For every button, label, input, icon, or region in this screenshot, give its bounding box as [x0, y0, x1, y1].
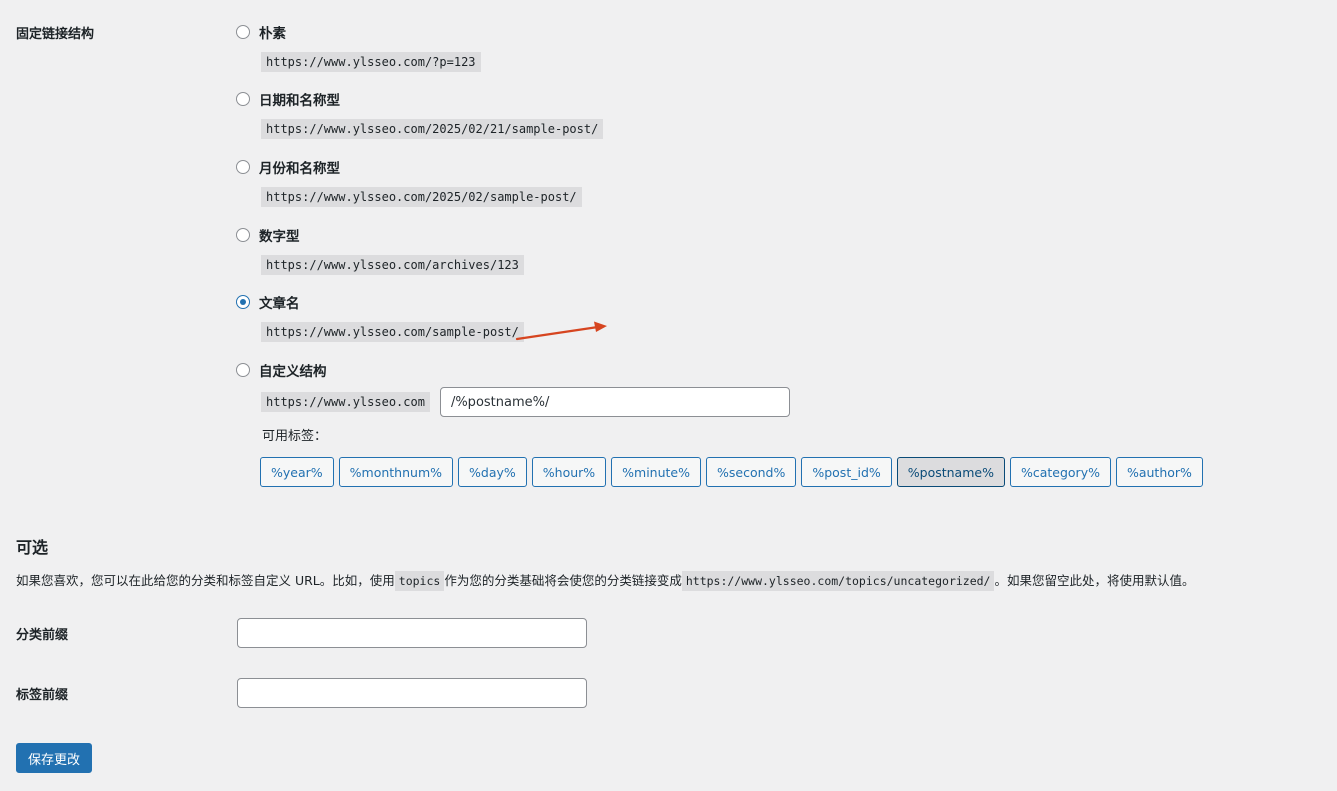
desc-code-topics: topics	[395, 571, 445, 591]
desc-text-3: 。如果您留空此处，将使用默认值。	[994, 573, 1194, 588]
radio-custom[interactable]	[236, 363, 250, 377]
permalink-structure-label: 固定链接结构	[16, 23, 94, 42]
radio-plain[interactable]	[236, 25, 250, 39]
tag-author[interactable]: %author%	[1116, 457, 1203, 487]
tag-hour[interactable]: %hour%	[532, 457, 606, 487]
permalink-option-custom[interactable]: 自定义结构	[236, 360, 327, 380]
save-changes-button[interactable]: 保存更改	[16, 743, 92, 773]
available-tags: %year% %monthnum% %day% %hour% %minute% …	[260, 457, 1203, 487]
option-label: 月份和名称型	[259, 157, 340, 177]
radio-post-name[interactable]	[236, 295, 250, 309]
custom-structure-row: https://www.ylsseo.com /%postname%/	[261, 387, 790, 417]
desc-code-url: https://www.ylsseo.com/topics/uncategori…	[682, 571, 995, 591]
option-label: 朴素	[259, 22, 286, 42]
radio-numeric[interactable]	[236, 228, 250, 242]
permalink-option-day-name[interactable]: 日期和名称型 https://www.ylsseo.com/2025/02/21…	[236, 89, 340, 109]
custom-structure-input[interactable]: /%postname%/	[440, 387, 790, 417]
radio-day-name[interactable]	[236, 92, 250, 106]
option-url: https://www.ylsseo.com/?p=123	[261, 52, 481, 72]
tag-year[interactable]: %year%	[260, 457, 334, 487]
option-label: 数字型	[259, 225, 300, 245]
tag-postname[interactable]: %postname%	[897, 457, 1005, 487]
tag-day[interactable]: %day%	[458, 457, 527, 487]
tag-minute[interactable]: %minute%	[611, 457, 701, 487]
optional-section-description: 如果您喜欢，您可以在此给您的分类和标签自定义 URL。比如，使用topics作为…	[16, 570, 1195, 589]
desc-text-1: 如果您喜欢，您可以在此给您的分类和标签自定义 URL。比如，使用	[16, 573, 395, 588]
option-label: 文章名	[259, 292, 300, 312]
radio-month-name[interactable]	[236, 160, 250, 174]
permalink-option-post-name[interactable]: 文章名 https://www.ylsseo.com/sample-post/	[236, 292, 300, 312]
desc-text-2: 作为您的分类基础将会使您的分类链接变成	[444, 573, 682, 588]
option-label: 日期和名称型	[259, 89, 340, 109]
permalink-option-month-name[interactable]: 月份和名称型 https://www.ylsseo.com/2025/02/sa…	[236, 157, 340, 177]
permalink-option-plain[interactable]: 朴素 https://www.ylsseo.com/?p=123	[236, 22, 286, 42]
tag-category[interactable]: %category%	[1010, 457, 1111, 487]
tag-base-label: 标签前缀	[16, 684, 68, 703]
optional-section-title: 可选	[16, 534, 48, 558]
annotation-arrow-icon	[514, 320, 614, 344]
option-url: https://www.ylsseo.com/2025/02/21/sample…	[261, 119, 603, 139]
tag-monthnum[interactable]: %monthnum%	[339, 457, 453, 487]
category-base-label: 分类前缀	[16, 624, 68, 643]
custom-base-url: https://www.ylsseo.com	[261, 392, 430, 412]
available-tags-label: 可用标签：	[262, 425, 327, 444]
option-label: 自定义结构	[259, 360, 327, 380]
permalink-option-numeric[interactable]: 数字型 https://www.ylsseo.com/archives/123	[236, 225, 300, 245]
option-url: https://www.ylsseo.com/sample-post/	[261, 322, 524, 342]
tag-second[interactable]: %second%	[706, 457, 796, 487]
tag-post-id[interactable]: %post_id%	[801, 457, 891, 487]
option-url: https://www.ylsseo.com/2025/02/sample-po…	[261, 187, 582, 207]
option-url: https://www.ylsseo.com/archives/123	[261, 255, 524, 275]
tag-base-input[interactable]	[237, 678, 587, 708]
category-base-input[interactable]	[237, 618, 587, 648]
